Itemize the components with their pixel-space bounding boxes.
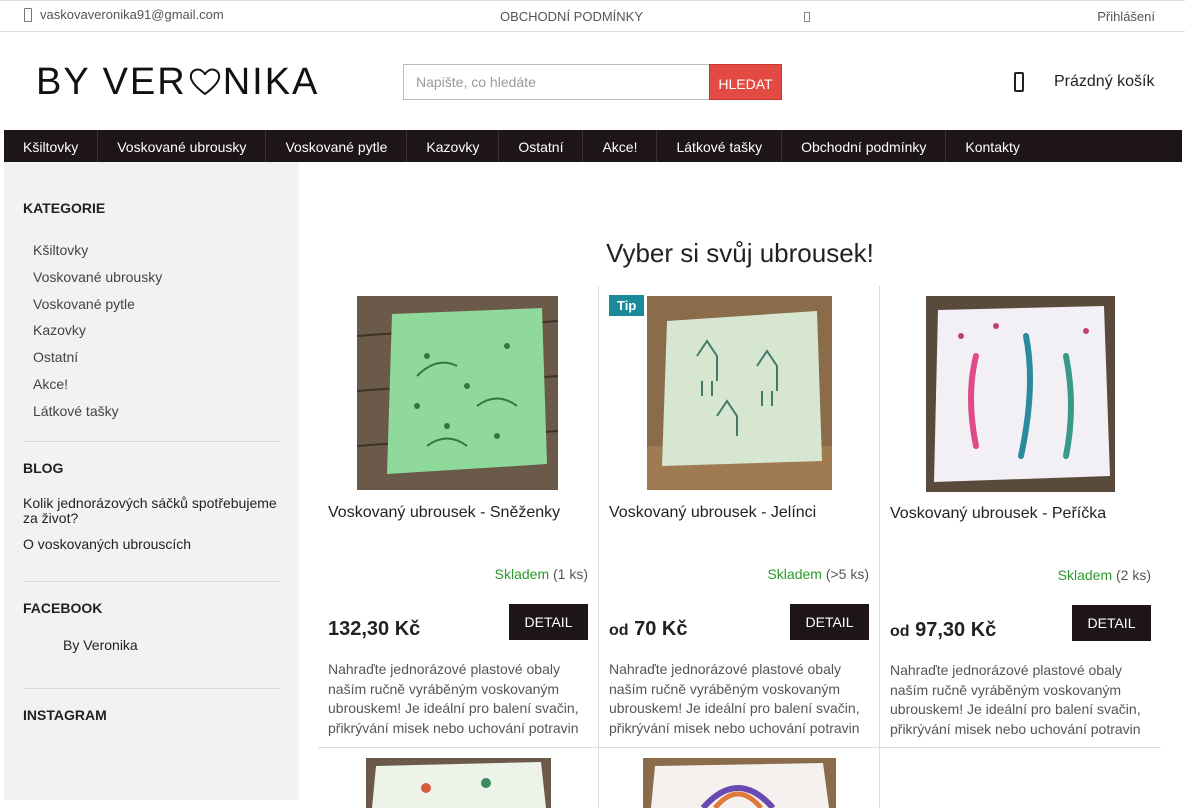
product-price: od 97,30 Kč: [890, 619, 996, 642]
logo-text-right: NIKA: [222, 61, 320, 103]
product-name[interactable]: Voskovaný ubrousek - Sněženky: [328, 504, 590, 522]
blog-heading: BLOG: [23, 460, 64, 476]
price-value: 132,30 Kč: [328, 618, 421, 640]
nav-item[interactable]: Voskované pytle: [266, 130, 408, 162]
product-image[interactable]: [643, 758, 836, 808]
facebook-page-link[interactable]: By Veronika: [63, 637, 138, 653]
price-prefix: od: [890, 623, 910, 640]
terms-link[interactable]: OBCHODNÍ PODMÍNKY: [500, 9, 643, 24]
heart-icon: [189, 68, 220, 96]
main-content: Vyber si svůj ubrousek! Voskovaný ubrous…: [299, 162, 1185, 808]
stock-quantity: (1 ks): [553, 566, 588, 582]
page-title: Vyber si svůj ubrousek!: [606, 238, 874, 268]
sidebar: KATEGORIE Kšiltovky Voskované ubrousky V…: [4, 162, 299, 800]
search-form: HLEDAT: [403, 64, 782, 100]
nav-item[interactable]: Kontakty: [946, 130, 1038, 162]
product-card: Tip Voskovaný ubrousek - Jelínci Skladem…: [599, 286, 880, 748]
product-card: [599, 748, 880, 808]
price-value: 97,30 Kč: [915, 619, 997, 641]
product-price: 132,30 Kč: [328, 618, 420, 641]
product-price: od 70 Kč: [609, 618, 687, 641]
categories-heading: KATEGORIE: [23, 200, 106, 216]
stock-status: Skladem: [494, 566, 550, 582]
product-description: Nahraďte jednorázové plastové obaly naší…: [609, 661, 860, 736]
main-nav: Kšiltovky Voskované ubrousky Voskované p…: [4, 130, 1182, 162]
product-description: Nahraďte jednorázové plastové obaly naší…: [328, 661, 579, 736]
blog-link[interactable]: Kolik jednorázových sáčků spotřebujeme z…: [23, 496, 285, 526]
nav-item[interactable]: Kazovky: [407, 130, 500, 162]
instagram-heading: INSTAGRAM: [23, 707, 107, 723]
stock-quantity: (>5 ks): [825, 566, 869, 582]
logo-text-left: BY VER: [36, 61, 187, 103]
header: BY VER NIKA HLEDAT Prázdný košík: [0, 32, 1185, 130]
phone-icon: [24, 7, 32, 22]
stock-status: Skladem: [1057, 567, 1113, 583]
detail-button[interactable]: DETAIL: [1072, 605, 1151, 641]
sidebar-item[interactable]: Látkové tašky: [33, 401, 162, 428]
product-name[interactable]: Voskovaný ubrousek - Peříčka: [890, 505, 1152, 523]
sidebar-item[interactable]: Voskované pytle: [33, 294, 162, 321]
search-button[interactable]: HLEDAT: [709, 64, 782, 100]
product-image[interactable]: [357, 296, 558, 490]
cart[interactable]: Prázdný košík: [1014, 72, 1154, 92]
divider: [23, 441, 279, 442]
nav-item[interactable]: Obchodní podmínky: [782, 130, 947, 162]
price-prefix: od: [609, 622, 629, 639]
product-image[interactable]: [366, 758, 551, 808]
nav-item[interactable]: Voskované ubrousky: [98, 130, 267, 162]
stock-status: Skladem: [767, 566, 822, 582]
detail-button[interactable]: DETAIL: [509, 604, 588, 640]
product-card: [318, 748, 599, 808]
divider: [23, 581, 279, 582]
category-list: Kšiltovky Voskované ubrousky Voskované p…: [33, 240, 162, 428]
sidebar-item[interactable]: Akce!: [33, 374, 162, 401]
nav-item[interactable]: Ostatní: [499, 130, 584, 162]
cart-label[interactable]: Prázdný košík: [1054, 73, 1154, 91]
login-link[interactable]: Přihlášení: [1097, 9, 1155, 24]
cart-icon: [1014, 72, 1024, 92]
logo[interactable]: BY VER NIKA: [36, 62, 319, 102]
top-bar: vaskovaveronika91@gmail.com OBCHODNÍ POD…: [0, 0, 1185, 32]
email-text[interactable]: vaskovaveronika91@gmail.com: [40, 7, 224, 22]
product-card: Voskovaný ubrousek - Peříčka Skladem (2 …: [880, 286, 1161, 748]
email-contact[interactable]: vaskovaveronika91@gmail.com: [24, 7, 224, 22]
stock-info: Skladem (1 ks): [495, 566, 588, 582]
product-description: Nahraďte jednorázové plastové obaly naší…: [890, 662, 1141, 737]
sidebar-item[interactable]: Ostatní: [33, 347, 162, 374]
product-image[interactable]: [926, 296, 1115, 492]
stock-quantity: (2 ks): [1116, 567, 1151, 583]
product-card: Voskovaný ubrousek - Sněženky Skladem (1…: [318, 286, 599, 748]
cart-mini-icon[interactable]: [804, 12, 810, 22]
product-image[interactable]: [647, 296, 832, 490]
tip-badge: Tip: [609, 295, 645, 316]
nav-item[interactable]: Akce!: [583, 130, 658, 162]
detail-button[interactable]: DETAIL: [790, 604, 869, 640]
sidebar-item[interactable]: Voskované ubrousky: [33, 267, 162, 294]
divider: [23, 688, 279, 689]
nav-item[interactable]: Látkové tašky: [657, 130, 783, 162]
stock-info: Skladem (>5 ks): [767, 566, 869, 582]
search-input[interactable]: [403, 64, 709, 100]
stock-info: Skladem (2 ks): [1058, 567, 1151, 583]
facebook-heading: FACEBOOK: [23, 600, 103, 616]
sidebar-item[interactable]: Kšiltovky: [33, 240, 162, 267]
empty-cell: [880, 748, 1161, 808]
price-value: 70 Kč: [634, 618, 688, 640]
product-name[interactable]: Voskovaný ubrousek - Jelínci: [609, 504, 871, 522]
sidebar-item[interactable]: Kazovky: [33, 320, 162, 347]
blog-list: Kolik jednorázových sáčků spotřebujeme z…: [23, 496, 285, 563]
blog-link[interactable]: O voskovaných ubrouscích: [23, 537, 285, 552]
nav-item[interactable]: Kšiltovky: [4, 130, 99, 162]
